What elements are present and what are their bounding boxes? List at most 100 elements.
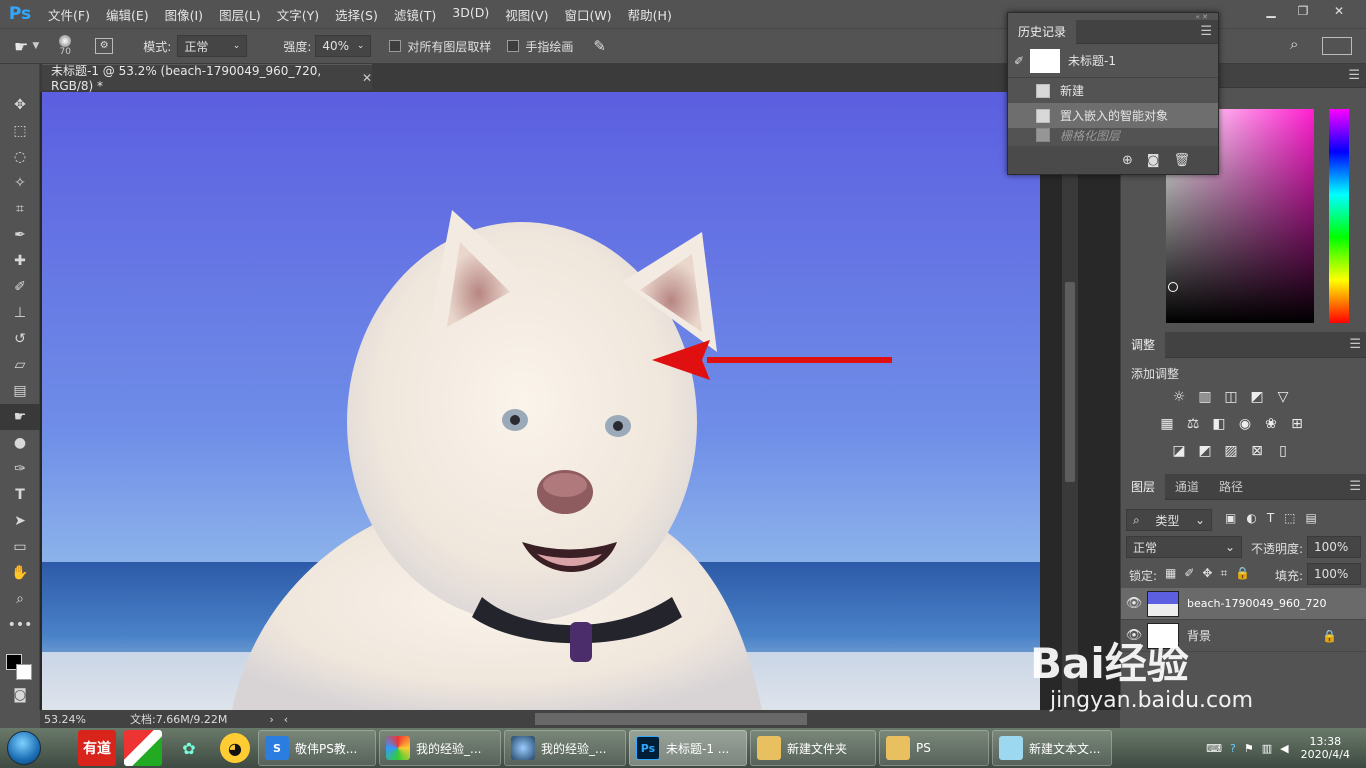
taskbar-button[interactable]: 我的经验_... [504, 730, 626, 766]
color-swatches[interactable] [0, 638, 39, 682]
fill-input[interactable]: 100% [1307, 563, 1361, 585]
app-icon[interactable] [124, 730, 162, 766]
vertical-scrollbar[interactable] [1062, 92, 1078, 710]
close-tab-icon[interactable]: ✕ [362, 71, 372, 85]
taskbar-button[interactable]: 我的经验_... [379, 730, 501, 766]
vibrance-icon[interactable]: ▽ [1273, 387, 1293, 407]
scrollbar-thumb[interactable] [1065, 282, 1075, 482]
restore-button[interactable]: ❐ [1288, 0, 1318, 22]
taskbar-button[interactable]: Ps 未标题-1 ... [629, 730, 747, 766]
black-white-icon[interactable]: ◧ [1209, 414, 1229, 434]
lock-transparent-icon[interactable]: ▦ [1165, 566, 1176, 581]
marquee-tool-icon[interactable]: ⬚ [0, 118, 40, 144]
app-flower-icon[interactable]: ✿ [170, 730, 208, 766]
history-state[interactable]: 栅格化图层 [1008, 128, 1218, 142]
quick-mask-icon[interactable]: ◙ [0, 682, 40, 708]
hand-tool-icon[interactable]: ✋ [0, 560, 40, 586]
levels-icon[interactable]: ▥ [1195, 387, 1215, 407]
taskbar-button[interactable]: 新建文件夹 [750, 730, 876, 766]
flag-icon[interactable]: ⚑ [1244, 742, 1254, 755]
panel-menu-icon[interactable]: ☰ [1349, 337, 1361, 352]
keyboard-icon[interactable]: ⌨ [1206, 742, 1222, 755]
selective-color-icon[interactable]: ⊠ [1247, 441, 1267, 461]
help-icon[interactable]: ? [1230, 742, 1236, 755]
path-selection-tool-icon[interactable]: ➤ [0, 508, 40, 534]
brush-panel-toggle[interactable]: ⚙ [95, 38, 114, 54]
canvas-image[interactable] [42, 92, 1040, 710]
tab-channels[interactable]: 通道 [1165, 474, 1209, 500]
tool-preset-picker[interactable]: ☛ ▼ [14, 37, 39, 56]
layer-row[interactable]: 👁 beach-1790049_960_720 [1121, 588, 1366, 620]
brush-tool-icon[interactable]: ✐ [0, 274, 40, 300]
close-window-button[interactable]: ✕ [1324, 0, 1354, 22]
taskbar-button[interactable]: S 敬伟PS教... [258, 730, 376, 766]
lock-pixels-icon[interactable]: ✐ [1184, 566, 1194, 581]
layer-filter-select[interactable]: ⌕ 类型 ⌄ [1126, 509, 1212, 531]
eyedropper-tool-icon[interactable]: ✒ [0, 222, 40, 248]
lock-position-icon[interactable]: ✥ [1202, 566, 1212, 581]
panel-menu-icon[interactable]: ☰ [1200, 24, 1212, 39]
threshold-icon[interactable]: ▨ [1221, 441, 1241, 461]
search-icon[interactable]: ⌕ [1290, 35, 1298, 53]
chevron-left-icon[interactable]: ‹ [284, 713, 288, 726]
smudge-tool-icon[interactable]: ☛ [0, 404, 40, 430]
history-state[interactable]: 新建 [1008, 78, 1218, 103]
brush-preset-picker[interactable]: 70 [59, 35, 72, 57]
pressure-button[interactable]: ✎ [593, 37, 606, 55]
chevron-right-icon[interactable]: › [269, 713, 273, 726]
trash-icon[interactable]: 🗑 [1173, 153, 1190, 168]
panel-menu-icon[interactable]: ☰ [1348, 68, 1360, 83]
move-tool-icon[interactable]: ✥ [0, 92, 40, 118]
menu-item[interactable]: 3D(D) [444, 5, 497, 24]
menu-item[interactable]: 图像(I) [157, 5, 211, 24]
history-brush-source-icon[interactable]: ✐ [1008, 54, 1030, 68]
finger-painting-checkbox[interactable]: 手指绘画 [507, 38, 573, 55]
workspace-switcher[interactable] [1322, 37, 1352, 55]
lock-all-icon[interactable]: 🔒 [1235, 566, 1250, 581]
network-icon[interactable]: ▥ [1262, 742, 1272, 755]
photo-filter-icon[interactable]: ◉ [1235, 414, 1255, 434]
pixel-filter-icon[interactable]: ▣ [1225, 511, 1236, 525]
lock-artboard-icon[interactable]: ⌗ [1220, 566, 1227, 581]
menu-item[interactable]: 选择(S) [327, 5, 386, 24]
horizontal-scrollbar-thumb[interactable] [535, 713, 807, 725]
menu-item[interactable]: 图层(L) [211, 5, 269, 24]
history-brush-tool-icon[interactable]: ↺ [0, 326, 40, 352]
zoom-level[interactable]: 53.24% [44, 713, 126, 726]
channel-mixer-icon[interactable]: ❀ [1261, 414, 1281, 434]
taskbar-button[interactable]: 新建文本文... [992, 730, 1112, 766]
dodge-tool-icon[interactable]: ● [0, 430, 40, 456]
more-tools-icon[interactable]: ••• [0, 612, 40, 638]
menu-item[interactable]: 文件(F) [40, 5, 98, 24]
hue-slider[interactable] [1329, 109, 1349, 323]
clone-stamp-tool-icon[interactable]: ⊥ [0, 300, 40, 326]
menu-item[interactable]: 滤镜(T) [386, 5, 444, 24]
type-filter-icon[interactable]: T [1267, 511, 1274, 525]
shape-filter-icon[interactable]: ⬚ [1284, 511, 1295, 525]
magic-wand-tool-icon[interactable]: ✧ [0, 170, 40, 196]
qq-icon[interactable]: ◕ [220, 733, 250, 763]
document-tab[interactable]: 未标题-1 @ 53.2% (beach-1790049_960_720, RG… [42, 64, 372, 93]
invert-icon[interactable]: ◪ [1169, 441, 1189, 461]
youdao-icon[interactable]: 有道 [78, 730, 116, 766]
rectangle-tool-icon[interactable]: ▭ [0, 534, 40, 560]
gradient-map-icon[interactable]: ▯ [1273, 441, 1293, 461]
color-balance-icon[interactable]: ⚖ [1183, 414, 1203, 434]
camera-icon[interactable]: ◙ [1147, 153, 1160, 168]
menu-item[interactable]: 帮助(H) [620, 5, 680, 24]
hue-saturation-icon[interactable]: ▦ [1157, 414, 1177, 434]
eye-icon[interactable]: 👁 [1121, 596, 1147, 611]
eraser-tool-icon[interactable]: ▱ [0, 352, 40, 378]
tab-history[interactable]: 历史记录 [1008, 18, 1077, 45]
sample-all-layers-checkbox[interactable]: 对所有图层取样 [389, 38, 491, 55]
exposure-icon[interactable]: ◩ [1247, 387, 1267, 407]
smart-object-filter-icon[interactable]: ▤ [1306, 511, 1317, 525]
adjustment-filter-icon[interactable]: ◐ [1246, 511, 1256, 525]
crop-tool-icon[interactable]: ⌗ [0, 196, 40, 222]
zoom-tool-icon[interactable]: ⌕ [0, 586, 40, 612]
minimize-button[interactable]: ▁ [1256, 0, 1286, 22]
new-document-from-state-icon[interactable]: ⊕ [1122, 153, 1133, 168]
start-button[interactable] [0, 728, 48, 768]
lasso-tool-icon[interactable]: ◌ [0, 144, 40, 170]
history-snapshot[interactable]: ✐ 未标题-1 [1008, 44, 1218, 78]
